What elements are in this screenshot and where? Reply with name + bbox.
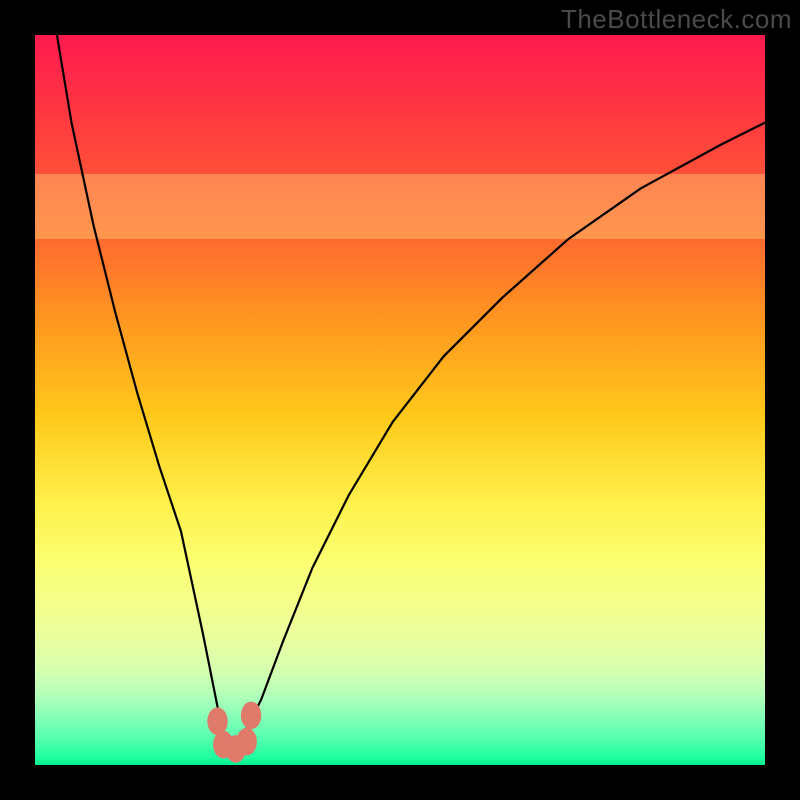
chart-frame: TheBottleneck.com xyxy=(0,0,800,800)
attribution-label: TheBottleneck.com xyxy=(561,4,792,35)
plot-area xyxy=(35,35,765,765)
valley-marker-0 xyxy=(207,707,227,735)
valley-marker-4 xyxy=(241,702,261,730)
marker-group xyxy=(207,702,261,763)
curve-layer xyxy=(35,35,765,765)
bottleneck-curve xyxy=(57,35,765,750)
valley-marker-3 xyxy=(237,728,257,756)
